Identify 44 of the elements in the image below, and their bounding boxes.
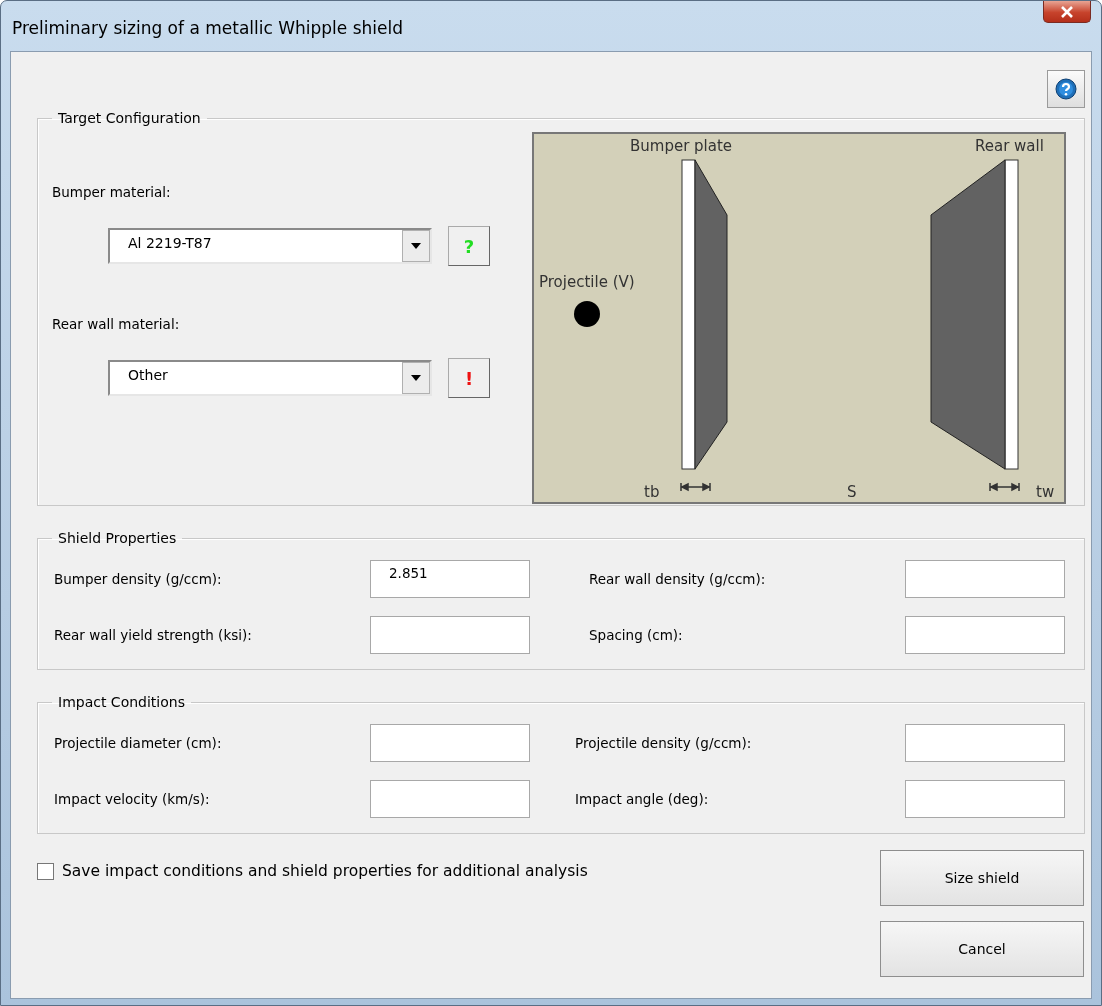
- input-field[interactable]: [905, 560, 1065, 598]
- field-label: Impact angle (deg):: [574, 791, 710, 807]
- dimension-arrow: [680, 482, 711, 492]
- input-field[interactable]: [905, 780, 1065, 818]
- input-field[interactable]: [370, 616, 530, 654]
- field-label: Rear wall yield strength (ksi):: [54, 627, 253, 643]
- projectile-circle: [574, 301, 600, 327]
- field-label: Rear wall material:: [52, 316, 181, 332]
- field-label: Projectile density (g/ccm):: [574, 735, 753, 751]
- material-dropdown[interactable]: Al 2219-T87: [108, 228, 432, 264]
- checkbox-label: Save impact conditions and shield properties for additional analysis: [62, 862, 588, 880]
- field-label: Projectile diameter (cm):: [54, 735, 223, 751]
- save-checkbox[interactable]: [37, 862, 54, 880]
- dimension-label: tb: [644, 483, 660, 501]
- close-icon: [1060, 5, 1074, 18]
- material-dropdown[interactable]: Other: [108, 360, 432, 396]
- field-label: Spacing (cm):: [588, 627, 684, 643]
- group-title: Impact Conditions: [57, 694, 186, 710]
- field-label: Impact velocity (km/s):: [54, 791, 211, 807]
- diagram-label: Rear wall: [975, 137, 1044, 155]
- dimension-label: S: [847, 483, 857, 501]
- diagram-label: Projectile (V): [539, 273, 635, 291]
- group-title: Target Configuration: [57, 110, 202, 126]
- input-field[interactable]: [370, 724, 530, 762]
- dimension-label: tw: [1036, 483, 1055, 501]
- dialog-button[interactable]: Size shield: [880, 850, 1084, 906]
- help-icon: [1055, 78, 1077, 100]
- diagram-label: Bumper plate: [630, 137, 733, 155]
- dropdown-arrow-icon: [411, 243, 421, 249]
- field-label: Rear wall density (g/ccm):: [588, 571, 767, 587]
- input-field[interactable]: [905, 616, 1065, 654]
- dialog-button[interactable]: Cancel: [880, 921, 1084, 977]
- help-button[interactable]: [1047, 70, 1085, 108]
- material-info-button[interactable]: !: [448, 358, 490, 398]
- field-label: Bumper material:: [52, 184, 172, 200]
- group-title: Shield Properties: [57, 530, 178, 546]
- input-field[interactable]: 2.851: [370, 560, 530, 598]
- input-field[interactable]: [905, 724, 1065, 762]
- dimension-arrow: [989, 482, 1020, 492]
- window-title: Preliminary sizing of a metallic Whipple shield: [12, 18, 404, 38]
- field-label: Bumper density (g/ccm):: [54, 571, 223, 587]
- dropdown-arrow-icon: [411, 375, 421, 381]
- close-button[interactable]: [1043, 1, 1091, 23]
- input-field[interactable]: [370, 780, 530, 818]
